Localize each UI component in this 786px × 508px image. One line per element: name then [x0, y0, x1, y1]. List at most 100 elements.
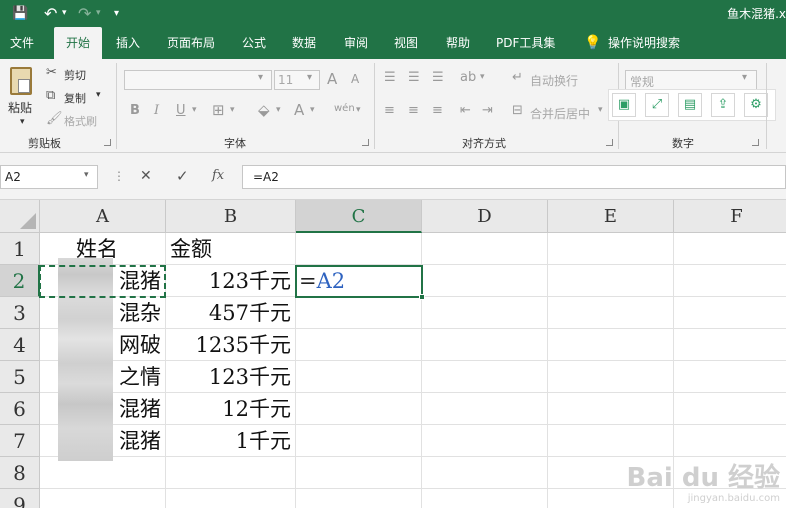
align-middle-icon[interactable]: ☰ — [408, 70, 420, 85]
cell-e2[interactable] — [548, 265, 674, 297]
font-name-dropdown-icon[interactable]: ▾ — [258, 72, 263, 83]
cell-b7[interactable]: 1千元 — [166, 425, 296, 457]
increase-indent-icon[interactable]: ⇥ — [482, 103, 493, 118]
format-painter-icon[interactable]: 🖌 — [46, 111, 63, 126]
cancel-icon[interactable]: ✕ — [140, 168, 152, 184]
borders-icon[interactable]: ⊞ — [212, 101, 225, 119]
orientation-dropdown-icon[interactable]: ▾ — [480, 72, 485, 82]
redo-dropdown-icon[interactable]: ▾ — [96, 4, 101, 23]
row-header-4[interactable]: 4 — [0, 329, 40, 361]
cell-c5[interactable] — [296, 361, 422, 393]
cell-d6[interactable] — [422, 393, 548, 425]
font-name-combo[interactable] — [124, 70, 272, 90]
font-color-dropdown-icon[interactable]: ▾ — [310, 105, 315, 115]
font-color-button[interactable]: A — [294, 101, 304, 119]
clipboard-launcher-icon[interactable] — [104, 139, 111, 146]
tab-review[interactable]: 审阅 — [344, 27, 368, 59]
font-launcher-icon[interactable] — [362, 139, 369, 146]
tell-me-search[interactable]: 操作说明搜索 — [608, 27, 680, 59]
italic-button[interactable]: I — [154, 103, 159, 118]
expand-icon[interactable]: ⤢ — [645, 93, 669, 117]
cell-c6[interactable] — [296, 393, 422, 425]
row-header-9[interactable]: 9 — [0, 489, 40, 508]
cell-e4[interactable] — [548, 329, 674, 361]
undo-dropdown-icon[interactable]: ▾ — [62, 4, 67, 23]
tab-view[interactable]: 视图 — [394, 27, 418, 59]
cell-a8[interactable] — [40, 457, 166, 489]
merge-center-icon[interactable]: ⊟ — [512, 103, 523, 118]
cell-e6[interactable] — [548, 393, 674, 425]
row-header-2[interactable]: 2 — [0, 265, 40, 297]
decrease-indent-icon[interactable]: ⇤ — [460, 103, 471, 118]
paste-icon[interactable] — [10, 67, 32, 95]
insert-function-icon[interactable]: fx — [212, 168, 224, 183]
cell-b9[interactable] — [166, 489, 296, 508]
merge-center-button[interactable]: 合并后居中 — [530, 105, 590, 122]
font-size-combo[interactable]: 11 — [274, 70, 320, 90]
row-header-1[interactable]: 1 — [0, 233, 40, 265]
align-left-icon[interactable]: ≡ — [384, 103, 395, 118]
cell-c7[interactable] — [296, 425, 422, 457]
row-header-8[interactable]: 8 — [0, 457, 40, 489]
fill-color-icon[interactable]: ⬙ — [258, 101, 270, 119]
font-size-dropdown-icon[interactable]: ▾ — [307, 72, 312, 83]
cell-f4[interactable] — [674, 329, 786, 361]
phonetic-guide-button[interactable]: wén — [334, 103, 355, 114]
cell-b1[interactable]: 金额 — [166, 233, 296, 265]
save-file-icon[interactable]: ▤ — [678, 93, 702, 117]
settings-gear-icon[interactable]: ⚙ — [744, 93, 768, 117]
number-format-dropdown-icon[interactable]: ▾ — [742, 72, 747, 83]
column-header-f[interactable]: F — [674, 200, 786, 233]
row-header-5[interactable]: 5 — [0, 361, 40, 393]
formula-input[interactable]: =A2 — [242, 165, 786, 189]
cell-f5[interactable] — [674, 361, 786, 393]
tab-pdf-tools[interactable]: PDF工具集 — [496, 27, 555, 59]
tab-page-layout[interactable]: 页面布局 — [167, 27, 215, 59]
cell-d1[interactable] — [422, 233, 548, 265]
merge-dropdown-icon[interactable]: ▾ — [598, 105, 603, 115]
wrap-text-icon[interactable]: ↵ — [512, 70, 523, 85]
cell-f1[interactable] — [674, 233, 786, 265]
copy-dropdown-icon[interactable]: ▾ — [96, 90, 101, 100]
column-header-c[interactable]: C — [296, 200, 422, 233]
cell-d3[interactable] — [422, 297, 548, 329]
copy-button[interactable]: 复制 — [64, 90, 86, 106]
cell-d8[interactable] — [422, 457, 548, 489]
cell-b3[interactable]: 457千元 — [166, 297, 296, 329]
phonetic-dropdown-icon[interactable]: ▾ — [356, 105, 361, 115]
borders-dropdown-icon[interactable]: ▾ — [230, 105, 235, 115]
tab-insert[interactable]: 插入 — [116, 27, 140, 59]
tab-formulas[interactable]: 公式 — [242, 27, 266, 59]
column-header-a[interactable]: A — [40, 200, 166, 233]
row-header-7[interactable]: 7 — [0, 425, 40, 457]
underline-button[interactable]: U — [176, 103, 186, 118]
more-handle-icon[interactable]: ⋮ — [113, 169, 125, 183]
name-box-dropdown-icon[interactable]: ▾ — [84, 170, 89, 180]
select-all-button[interactable] — [0, 200, 40, 233]
number-format-combo[interactable]: 常规 — [625, 70, 757, 90]
number-launcher-icon[interactable] — [752, 139, 759, 146]
row-header-6[interactable]: 6 — [0, 393, 40, 425]
wrap-text-button[interactable]: 自动换行 — [530, 72, 578, 89]
fill-color-dropdown-icon[interactable]: ▾ — [276, 105, 281, 115]
cell-b6[interactable]: 12千元 — [166, 393, 296, 425]
align-right-icon[interactable]: ≡ — [432, 103, 443, 118]
cell-e7[interactable] — [548, 425, 674, 457]
underline-dropdown-icon[interactable]: ▾ — [192, 105, 197, 115]
cell-c1[interactable] — [296, 233, 422, 265]
cell-b5[interactable]: 123千元 — [166, 361, 296, 393]
format-painter-button[interactable]: 格式刷 — [64, 113, 97, 129]
tab-data[interactable]: 数据 — [292, 27, 316, 59]
cut-button[interactable]: 剪切 — [64, 67, 86, 83]
cell-d4[interactable] — [422, 329, 548, 361]
align-center-icon[interactable]: ≡ — [408, 103, 419, 118]
cell-e1[interactable] — [548, 233, 674, 265]
cell-d2[interactable] — [422, 265, 548, 297]
paste-button[interactable]: 粘贴 — [8, 99, 32, 116]
shrink-font-button[interactable]: A — [351, 72, 359, 86]
cell-e5[interactable] — [548, 361, 674, 393]
cell-f2[interactable] — [674, 265, 786, 297]
scissors-icon[interactable]: ✂ — [46, 65, 57, 80]
cell-f6[interactable] — [674, 393, 786, 425]
cell-a9[interactable] — [40, 489, 166, 508]
